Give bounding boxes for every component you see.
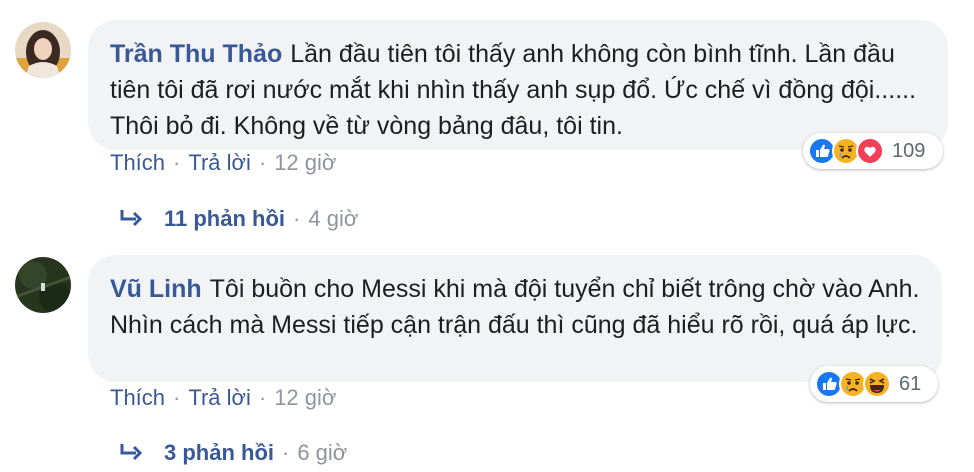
comment-bubble: Trần Thu Thảo Lần đầu tiên tôi thấy anh k… bbox=[88, 20, 948, 150]
comment-actions: Thích · Trả lời · 12 giờ bbox=[110, 385, 336, 411]
comment-bubble: Vũ Linh Tôi buồn cho Messi khi mà đội tuy… bbox=[88, 255, 942, 382]
like-button[interactable]: Thích bbox=[110, 150, 165, 175]
separator-dot: · bbox=[173, 385, 181, 410]
haha-icon bbox=[863, 370, 891, 398]
reactions-summary[interactable]: 61 bbox=[810, 366, 938, 402]
separator-dot: · bbox=[258, 150, 267, 175]
view-replies-link[interactable]: 3 phản hồi · 6 giờ bbox=[118, 440, 347, 466]
comment-timestamp[interactable]: 12 giờ bbox=[274, 150, 336, 175]
separator-dot: · bbox=[173, 150, 181, 175]
comment-author[interactable]: Trần Thu Thảo bbox=[110, 40, 282, 68]
comment-actions: Thích · Trả lời · 12 giờ bbox=[110, 150, 336, 176]
reply-button[interactable]: Trả lời bbox=[188, 385, 251, 410]
separator-dot: · bbox=[258, 385, 267, 410]
love-icon bbox=[856, 137, 884, 165]
reactions-summary[interactable]: 109 bbox=[803, 133, 943, 169]
reaction-count: 61 bbox=[899, 372, 922, 395]
view-replies-link[interactable]: 11 phản hồi · 4 giờ bbox=[118, 206, 358, 232]
separator-dot: · bbox=[282, 440, 290, 465]
comment-timestamp[interactable]: 12 giờ bbox=[274, 385, 336, 410]
separator-dot: · bbox=[293, 206, 301, 231]
reply-arrow-icon bbox=[118, 207, 146, 231]
reaction-count: 109 bbox=[892, 139, 926, 162]
reply-button[interactable]: Trả lời bbox=[188, 150, 251, 175]
replies-count[interactable]: 3 phản hồi bbox=[164, 440, 274, 466]
avatar[interactable] bbox=[15, 22, 71, 78]
reply-arrow-icon bbox=[118, 441, 146, 465]
avatar[interactable] bbox=[15, 257, 71, 313]
comment-text: Tôi buồn cho Messi khi mà đội tuyển chỉ … bbox=[110, 275, 920, 339]
replies-count[interactable]: 11 phản hồi bbox=[164, 206, 285, 232]
replies-timestamp: 6 giờ bbox=[297, 440, 348, 465]
like-button[interactable]: Thích bbox=[110, 385, 165, 410]
comment-author[interactable]: Vũ Linh bbox=[110, 275, 202, 303]
replies-timestamp: 4 giờ bbox=[308, 206, 359, 231]
